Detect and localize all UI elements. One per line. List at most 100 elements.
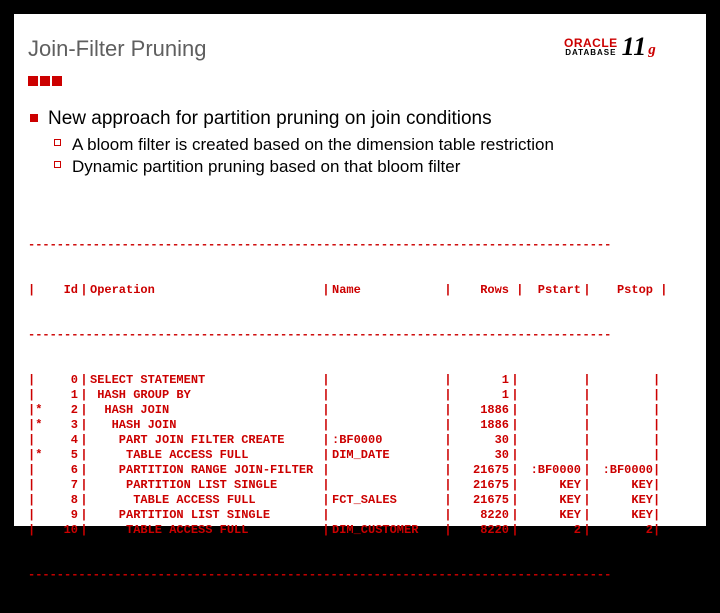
cell-rows: 1886 — [454, 418, 509, 433]
accent-squares — [28, 76, 62, 86]
col-sep — [581, 523, 593, 538]
accent-square-icon — [28, 76, 38, 86]
cell-name: DIM_DATE — [332, 448, 442, 463]
plan-row: | 10 TABLE ACCESS FULLDIM_CUSTOMER822022 — [28, 523, 692, 538]
col-sep — [509, 508, 521, 523]
cell-pstop — [593, 388, 653, 403]
cell-rows: 1886 — [454, 403, 509, 418]
col-name: Name — [332, 283, 442, 298]
col-sep — [581, 508, 593, 523]
col-sep: | — [442, 283, 454, 298]
cell-id: 4 — [46, 433, 78, 448]
cell-pstop — [593, 403, 653, 418]
cell-rows: 1 — [454, 388, 509, 403]
col-sep — [442, 433, 454, 448]
cell-name — [332, 373, 442, 388]
col-sep — [442, 493, 454, 508]
cell-name — [332, 508, 442, 523]
cell-mark: | — [28, 373, 46, 388]
col-sep — [442, 403, 454, 418]
plan-row: | 6 PARTITION RANGE JOIN-FILTER21675:BF0… — [28, 463, 692, 478]
cell-name — [332, 388, 442, 403]
col-sep — [78, 418, 90, 433]
col-operation: Operation — [90, 283, 320, 298]
bullet-level1: New approach for partition pruning on jo… — [28, 108, 692, 130]
col-sep — [509, 478, 521, 493]
plan-row: | 1 HASH GROUP BY1 — [28, 388, 692, 403]
col-sep — [581, 493, 593, 508]
cell-pstop: 2 — [593, 523, 653, 538]
product-logo: ORACLE DATABASE 11 g — [564, 32, 692, 62]
plan-separator: ----------------------------------------… — [28, 238, 692, 253]
cell-id: 2 — [46, 403, 78, 418]
cell-operation: PART JOIN FILTER CREATE — [90, 433, 320, 448]
col-sep — [581, 403, 593, 418]
col-sep — [78, 493, 90, 508]
cell-mark: |* — [28, 403, 46, 418]
cell-id: 9 — [46, 508, 78, 523]
cell-operation: PARTITION LIST SINGLE — [90, 508, 320, 523]
cell-mark: | — [28, 433, 46, 448]
col-sep — [581, 418, 593, 433]
cell-rows: 30 — [454, 433, 509, 448]
col-sep — [509, 388, 521, 403]
cell-id: 0 — [46, 373, 78, 388]
plan-separator: ----------------------------------------… — [28, 568, 692, 583]
col-sep — [509, 523, 521, 538]
col-sep — [320, 448, 332, 463]
cell-pstart — [521, 403, 581, 418]
cell-operation: HASH JOIN — [90, 403, 320, 418]
col-sep — [320, 463, 332, 478]
cell-id: 8 — [46, 493, 78, 508]
cell-name: DIM_CUSTOMER — [332, 523, 442, 538]
col-sep — [442, 448, 454, 463]
cell-mark: |* — [28, 418, 46, 433]
col-sep — [581, 433, 593, 448]
logo-brand: ORACLE DATABASE — [564, 37, 618, 57]
col-sep — [320, 523, 332, 538]
plan-row: | 4 PART JOIN FILTER CREATE:BF000030 — [28, 433, 692, 448]
cell-pstart — [521, 418, 581, 433]
col-sep — [320, 403, 332, 418]
col-sep — [581, 373, 593, 388]
cell-pstart: KEY — [521, 478, 581, 493]
cell-name — [332, 478, 442, 493]
cell-pstart: 2 — [521, 523, 581, 538]
cell-pstop: KEY — [593, 508, 653, 523]
cell-operation: TABLE ACCESS FULL — [90, 493, 320, 508]
cell-operation: SELECT STATEMENT — [90, 373, 320, 388]
logo-version-num: 11 — [622, 34, 647, 60]
plan-row: | 9 PARTITION LIST SINGLE8220KEYKEY — [28, 508, 692, 523]
cell-name — [332, 403, 442, 418]
col-sep — [442, 508, 454, 523]
col-sep — [442, 418, 454, 433]
col-sep — [509, 418, 521, 433]
cell-id: 5 — [46, 448, 78, 463]
plan-separator: ----------------------------------------… — [28, 328, 692, 343]
cell-mark: | — [28, 493, 46, 508]
col-sep — [78, 433, 90, 448]
cell-pstop: :BF0000 — [593, 463, 653, 478]
cell-pstart — [521, 388, 581, 403]
cell-mark: | — [28, 463, 46, 478]
cell-pstop: KEY — [593, 478, 653, 493]
cell-operation: HASH JOIN — [90, 418, 320, 433]
col-sep — [509, 463, 521, 478]
col-sep — [509, 373, 521, 388]
col-pstart: Pstart — [521, 283, 581, 298]
cell-pstart — [521, 448, 581, 463]
cell-name — [332, 463, 442, 478]
cell-id: 1 — [46, 388, 78, 403]
col-mark: | — [28, 283, 46, 298]
col-sep — [78, 388, 90, 403]
plan-header-row: |Id|Operation|Name|Rows |Pstart|Pstop | — [28, 283, 692, 298]
col-sep — [581, 448, 593, 463]
cell-rows: 21675 — [454, 478, 509, 493]
cell-pstart — [521, 373, 581, 388]
cell-operation: TABLE ACCESS FULL — [90, 448, 320, 463]
cell-name: FCT_SALES — [332, 493, 442, 508]
cell-id: 3 — [46, 418, 78, 433]
accent-square-icon — [40, 76, 50, 86]
cell-pstart — [521, 433, 581, 448]
title-row: Join-Filter Pruning ORACLE DATABASE 11 g — [14, 14, 706, 80]
